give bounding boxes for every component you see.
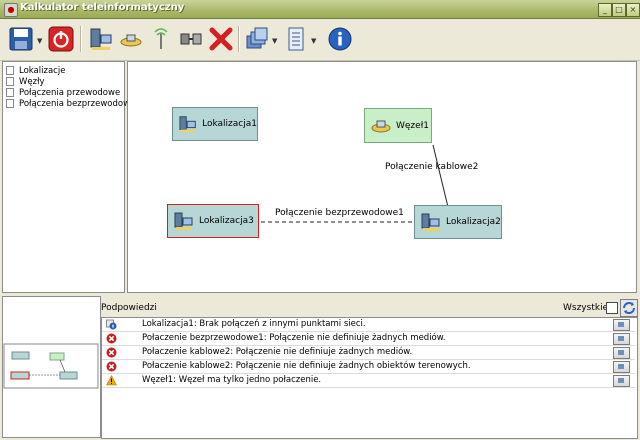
layers-button[interactable] — [242, 24, 272, 54]
hint-action-button[interactable] — [613, 347, 630, 359]
diagram-node-location1[interactable]: Lokalizacja1 — [172, 107, 258, 141]
document-icon — [6, 77, 14, 86]
list-button[interactable] — [281, 24, 311, 54]
add-node-icon — [120, 34, 142, 47]
add-wired-connection-icon — [180, 33, 202, 45]
minimap[interactable] — [2, 296, 101, 438]
add-location-button[interactable] — [86, 24, 116, 54]
add-location-icon — [90, 28, 112, 50]
refresh-button[interactable] — [620, 299, 638, 317]
add-node-button[interactable] — [116, 24, 146, 54]
info-icon — [106, 319, 117, 330]
node-label: Węzeł1 — [396, 120, 429, 131]
diagram-canvas[interactable]: Lokalizacja1 Węzeł1 Lokalizacja3 Lokaliz… — [127, 61, 637, 293]
node-label: Lokalizacja1 — [202, 119, 257, 129]
error-icon — [106, 347, 117, 358]
list-dropdown-arrow[interactable]: ▼ — [311, 37, 316, 45]
hint-text: Połaczenie kablowe2: Połączenie nie defi… — [142, 347, 413, 357]
hint-action-button[interactable] — [613, 375, 630, 387]
error-icon — [106, 333, 117, 344]
tree-item-locations[interactable]: Lokalizacje — [6, 65, 65, 76]
add-wireless-connection-icon — [154, 28, 168, 49]
minimize-button[interactable]: _ — [598, 3, 612, 17]
window-title: Kalkulator teleinformatyczny — [20, 2, 185, 13]
edge-wired-connection — [432, 144, 449, 208]
hint-text: Połaczenie bezprzewodowe1: Połączenie ni… — [142, 333, 446, 343]
location-icon — [179, 116, 196, 133]
list-item[interactable]: Węzeł1: Węzeł ma tylko jedno połaczenie. — [102, 374, 635, 388]
delete-button[interactable] — [206, 24, 236, 54]
tree-item-label: Połączenia bezprzewodowe — [19, 98, 136, 109]
diagram-node-node1[interactable]: Węzeł1 — [364, 108, 432, 143]
location-icon — [421, 213, 440, 231]
node-label: Lokalizacja3 — [199, 216, 254, 226]
diagram-edges — [261, 144, 449, 223]
tree-item-nodes[interactable]: Węzły — [6, 76, 45, 87]
warning-icon — [106, 375, 117, 386]
list-item[interactable]: Połaczenie kablowe2: Połączenie nie defi… — [102, 360, 635, 374]
document-icon — [6, 99, 14, 108]
delete-icon — [209, 27, 233, 51]
all-checkbox[interactable] — [606, 302, 618, 314]
tree-item-label: Węzły — [19, 76, 45, 87]
node-label: Lokalizacja2 — [446, 217, 501, 227]
document-icon — [6, 66, 14, 75]
layers-icon — [246, 27, 268, 49]
diagram-node-location2[interactable]: Lokalizacja2 — [414, 205, 502, 239]
list-item[interactable]: Połaczenie kablowe2: Połączenie nie defi… — [102, 346, 635, 360]
error-icon — [106, 361, 117, 372]
app-icon: ● — [4, 3, 18, 17]
all-label: Wszystkie: — [563, 303, 612, 313]
save-dropdown-arrow[interactable]: ▼ — [37, 37, 42, 45]
title-bar[interactable]: ● Kalkulator teleinformatyczny _ □ × — [0, 0, 640, 19]
tree-item-label: Lokalizacje — [19, 65, 66, 76]
hint-action-button[interactable] — [613, 333, 630, 345]
tree-item-label: Połączenia przewodowe — [19, 87, 121, 98]
category-tree: Lokalizacje Węzły Połączenia przewodowe … — [2, 61, 135, 293]
hint-action-button[interactable] — [613, 361, 630, 373]
list-icon — [288, 27, 304, 51]
save-button[interactable] — [6, 24, 36, 54]
info-icon — [328, 27, 352, 51]
edge-label-wireless[interactable]: Połączenie bezprzewodowe1 — [275, 208, 404, 218]
hints-panel: Podpowiedzi Wszystkie: Lokalizacja1: Bra… — [101, 296, 638, 439]
hint-text: Połaczenie kablowe2: Połączenie nie defi… — [142, 361, 471, 371]
hint-text: Lokalizacja1: Brak połączeń z innymi pun… — [142, 319, 366, 329]
tree-item-wireless-connections[interactable]: Połączenia bezprzewodowe — [6, 98, 135, 109]
list-item[interactable]: Połaczenie bezprzewodowe1: Połączenie ni… — [102, 332, 635, 346]
minimap-preview — [3, 343, 99, 389]
add-wired-connection-button[interactable] — [176, 24, 206, 54]
layers-dropdown-arrow[interactable]: ▼ — [272, 37, 277, 45]
maximize-button[interactable]: □ — [612, 3, 626, 17]
hint-text: Węzeł1: Węzeł ma tylko jedno połaczenie. — [142, 375, 322, 385]
close-button[interactable]: × — [626, 3, 640, 17]
add-wireless-connection-button[interactable] — [146, 24, 176, 54]
document-icon — [6, 88, 14, 97]
list-item[interactable]: Lokalizacja1: Brak połączeń z innymi pun… — [102, 318, 635, 332]
diagram-node-location3[interactable]: Lokalizacja3 — [167, 204, 259, 238]
location-icon — [174, 212, 193, 230]
save-icon — [9, 27, 33, 51]
power-icon — [48, 26, 74, 52]
node-icon — [371, 120, 391, 132]
info-button[interactable] — [325, 24, 355, 54]
hints-title: Podpowiedzi — [101, 303, 157, 313]
edge-label-wired[interactable]: Połączenie kablowe2 — [385, 162, 478, 172]
refresh-icon — [623, 302, 635, 314]
tree-item-wired-connections[interactable]: Połączenia przewodowe — [6, 87, 120, 98]
exit-button[interactable] — [46, 24, 76, 54]
hint-action-button[interactable] — [613, 319, 630, 331]
toolbar: ▼ ▼ ▼ — [0, 19, 640, 61]
hints-list: Lokalizacja1: Brak połączeń z innymi pun… — [101, 317, 638, 439]
